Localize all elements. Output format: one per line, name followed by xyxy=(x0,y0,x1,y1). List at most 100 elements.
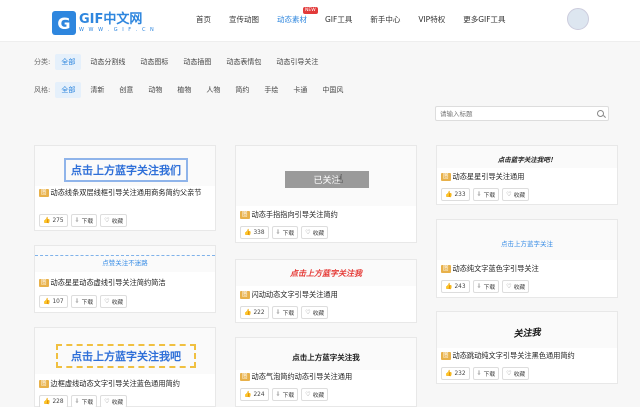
download-button[interactable]: ⇩ 下载 xyxy=(472,188,500,201)
card-thumbnail[interactable]: 点击上方蓝字关注 xyxy=(437,220,617,260)
style-chip[interactable]: 手绘 xyxy=(258,82,284,98)
hand-pointer-icon: ☝ xyxy=(336,172,344,186)
category-chip-all[interactable]: 全部 xyxy=(55,54,82,70)
heart-icon: ♡ xyxy=(305,391,311,398)
avatar[interactable] xyxy=(567,8,589,30)
category-chip[interactable]: 动态引导关注 xyxy=(270,54,324,70)
material-card[interactable]: 点击上方蓝字关注 图动态纯文字蓝色字引导关注 👍 243 ⇩ 下载 ♡ 收藏 xyxy=(436,219,618,298)
material-card[interactable]: 点击上方蓝字关注我吧 图边框虚线动态文字引导关注蓝色通用简约 👍 228 ⇩ 下载 … xyxy=(34,327,216,407)
nav-home[interactable]: 首页 xyxy=(196,14,211,25)
card-thumbnail[interactable]: 点击上方蓝字关注我吧 xyxy=(35,328,215,374)
thumb-up-icon: 👍 xyxy=(43,298,51,305)
favorite-button[interactable]: ♡ 收藏 xyxy=(502,280,530,293)
favorite-button[interactable]: ♡ 收藏 xyxy=(301,388,329,401)
nav-dynamic-material[interactable]: 动态素材 NEW xyxy=(277,7,318,25)
search-icon[interactable] xyxy=(597,110,604,117)
download-button[interactable]: ⇩ 下载 xyxy=(70,395,98,407)
download-label: 下载 xyxy=(81,219,94,225)
card-title[interactable]: 图动态气泡简约动态引导关注通用 xyxy=(240,372,412,382)
download-button[interactable]: ⇩ 下载 xyxy=(271,388,299,401)
material-card[interactable]: 点击蓝字关注我吧！ 图动态星星引导关注通用 👍 233 ⇩ 下载 ♡ 收藏 xyxy=(436,145,618,205)
main-nav: 首页 宣传动图 动态素材 NEW GIF工具 新手中心 VIP特权 更多GIF工… xyxy=(196,7,524,25)
favorite-button[interactable]: ♡ 收藏 xyxy=(301,226,329,239)
download-button[interactable]: ⇩ 下载 xyxy=(472,280,500,293)
category-chip[interactable]: 动态插图 xyxy=(177,54,217,70)
favorite-label: 收藏 xyxy=(111,400,124,406)
style-chip[interactable]: 创意 xyxy=(113,82,139,98)
download-button[interactable]: ⇩ 下载 xyxy=(70,295,98,308)
material-card[interactable]: 关注我 图动态跳动纯文字引导关注黑色通用简约 👍 232 ⇩ 下载 ♡ 收藏 xyxy=(436,311,618,384)
material-card[interactable]: 点击上方蓝字关注我 图闪动动态文字引导关注通用 👍 222 ⇩ 下载 ♡ 收藏 xyxy=(235,259,417,323)
material-card[interactable]: 点击上方蓝字关注我们 图动态线条双层线框引导关注通用商务简约父亲节 👍 275 ⇩… xyxy=(34,145,216,231)
nav-more-tools[interactable]: 更多GIF工具 xyxy=(463,14,505,25)
download-button[interactable]: ⇩ 下载 xyxy=(472,367,500,380)
style-chip-all[interactable]: 全部 xyxy=(55,82,82,98)
card-title[interactable]: 图边框虚线动态文字引导关注蓝色通用简约 xyxy=(39,379,211,389)
category-chip[interactable]: 动态表情包 xyxy=(220,54,267,70)
card-title[interactable]: 图动态星星动态虚线引导关注简约简洁 xyxy=(39,278,211,288)
like-button[interactable]: 👍 222 xyxy=(240,306,269,319)
style-filter: 风格: 全部 清新 创意 动物 植物 人物 简约 手绘 卡通 中国风 xyxy=(34,82,352,98)
like-button[interactable]: 👍 275 xyxy=(39,214,68,227)
download-button[interactable]: ⇩ 下载 xyxy=(70,214,98,227)
download-button[interactable]: ⇩ 下载 xyxy=(271,226,299,239)
like-button[interactable]: 👍 233 xyxy=(441,188,470,201)
material-card[interactable]: 点赞关注不迷路 图动态星星动态虚线引导关注简约简洁 👍 107 ⇩ 下载 ♡ 收藏 xyxy=(34,245,216,313)
site-logo[interactable]: G GIF中文网 W W W . G I F . C N xyxy=(52,10,155,36)
card-thumbnail[interactable]: 点击上方蓝字关注我们 xyxy=(35,146,215,186)
like-button[interactable]: 👍 107 xyxy=(39,295,68,308)
like-button[interactable]: 👍 243 xyxy=(441,280,470,293)
favorite-button[interactable]: ♡ 收藏 xyxy=(502,188,530,201)
card-thumbnail[interactable]: 点击蓝字关注我吧！ xyxy=(437,146,617,168)
card-title[interactable]: 图动态手指指向引导关注简约 xyxy=(240,210,412,220)
material-card[interactable]: 点击上方蓝字关注我 图动态气泡简约动态引导关注通用 👍 224 ⇩ 下载 ♡ 收藏 xyxy=(235,337,417,407)
favorite-button[interactable]: ♡ 收藏 xyxy=(301,306,329,319)
card-title[interactable]: 图动态跳动纯文字引导关注黑色通用简约 xyxy=(441,351,613,361)
favorite-button[interactable]: ♡ 收藏 xyxy=(100,214,128,227)
card-title-text: 动态气泡简约动态引导关注通用 xyxy=(251,372,353,381)
style-chip[interactable]: 人物 xyxy=(200,82,226,98)
search-input[interactable] xyxy=(436,107,586,121)
card-thumbnail[interactable]: 点赞关注不迷路 xyxy=(35,246,215,272)
like-button[interactable]: 👍 228 xyxy=(39,395,68,407)
like-button[interactable]: 👍 224 xyxy=(240,388,269,401)
card-thumbnail[interactable]: 点击上方蓝字关注我 xyxy=(236,260,416,286)
favorite-button[interactable]: ♡ 收藏 xyxy=(100,395,128,407)
favorite-label: 收藏 xyxy=(513,193,526,199)
style-chip[interactable]: 中国风 xyxy=(316,82,349,98)
style-chip[interactable]: 简约 xyxy=(229,82,255,98)
category-chip[interactable]: 动态分割线 xyxy=(84,54,131,70)
card-actions: 👍 232 ⇩ 下载 ♡ 收藏 xyxy=(441,367,532,380)
style-chip[interactable]: 植物 xyxy=(171,82,197,98)
style-chip[interactable]: 卡通 xyxy=(287,82,313,98)
download-label: 下载 xyxy=(81,400,94,406)
card-thumbnail[interactable]: 已关注 ☝ xyxy=(236,146,416,206)
nav-vip[interactable]: VIP特权 xyxy=(418,14,445,25)
category-chip[interactable]: 动态图标 xyxy=(134,54,174,70)
card-title[interactable]: 图动态线条双层线框引导关注通用商务简约父亲节 xyxy=(39,188,211,198)
card-title[interactable]: 图闪动动态文字引导关注通用 xyxy=(240,290,412,300)
card-thumbnail[interactable]: 点击上方蓝字关注我 xyxy=(236,338,416,370)
download-button[interactable]: ⇩ 下载 xyxy=(271,306,299,319)
card-thumbnail[interactable]: 关注我 xyxy=(437,312,617,348)
favorite-label: 收藏 xyxy=(312,311,325,317)
like-button[interactable]: 👍 338 xyxy=(240,226,269,239)
favorite-button[interactable]: ♡ 收藏 xyxy=(100,295,128,308)
nav-gif-tools[interactable]: GIF工具 xyxy=(325,14,352,25)
card-actions: 👍 228 ⇩ 下载 ♡ 收藏 xyxy=(39,395,130,407)
material-card[interactable]: 已关注 ☝ 图动态手指指向引导关注简约 👍 338 ⇩ 下载 ♡ 收藏 xyxy=(235,145,417,243)
thumb-text: 点击蓝字关注我吧！ xyxy=(497,156,557,164)
nav-beginner-center[interactable]: 新手中心 xyxy=(370,14,400,25)
card-title[interactable]: 图动态纯文字蓝色字引导关注 xyxy=(441,264,613,274)
favorite-button[interactable]: ♡ 收藏 xyxy=(502,367,530,380)
like-button[interactable]: 👍 232 xyxy=(441,367,470,380)
style-chip[interactable]: 动物 xyxy=(142,82,168,98)
card-title[interactable]: 图动态星星引导关注通用 xyxy=(441,172,613,182)
card-actions: 👍 224 ⇩ 下载 ♡ 收藏 xyxy=(240,388,331,401)
card-actions: 👍 107 ⇩ 下载 ♡ 收藏 xyxy=(39,295,130,308)
style-chip[interactable]: 清新 xyxy=(84,82,110,98)
thumb-text: 点击上方蓝字关注我吧 xyxy=(56,344,196,368)
card-title-text: 动态跳动纯文字引导关注黑色通用简约 xyxy=(452,351,575,360)
tag-icon: 图 xyxy=(39,189,49,197)
nav-promo-gif[interactable]: 宣传动图 xyxy=(229,14,259,25)
